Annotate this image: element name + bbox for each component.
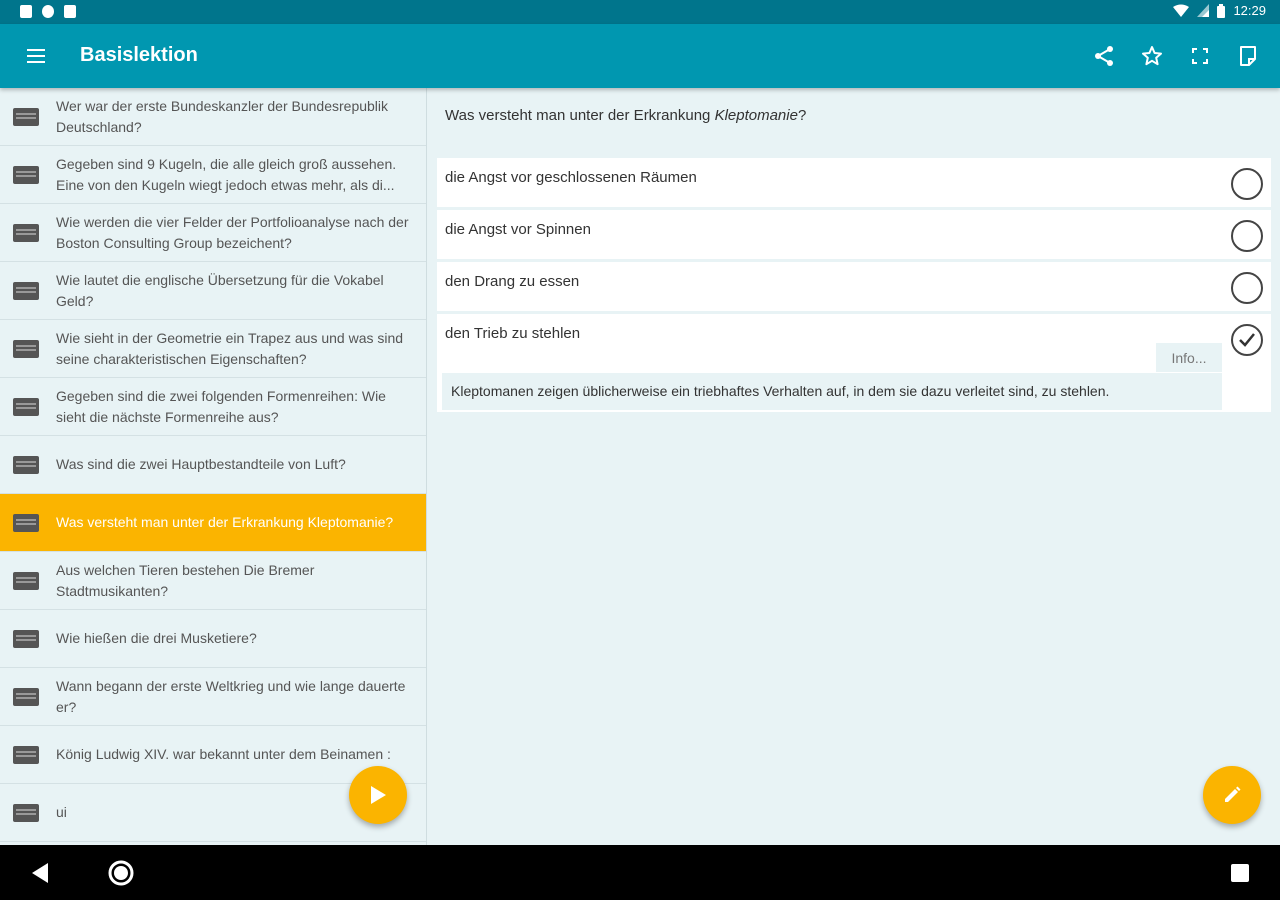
info-explanation: Kleptomanen zeigen üblicherweise ein tri…: [442, 373, 1222, 410]
radio-button-checked[interactable]: [1231, 324, 1263, 356]
card-icon: [13, 223, 39, 242]
question-list-item[interactable]: Wie werden die vier Felder der Portfolio…: [0, 204, 426, 262]
question-list-item[interactable]: Aus welchen Tieren bestehen Die Bremer S…: [0, 552, 426, 610]
question-list-item-label: König Ludwig XIV. war bekannt unter dem …: [56, 746, 391, 762]
status-bar: 12:29: [0, 0, 1280, 24]
question-list-item-label: Was versteht man unter der Erkrankung Kl…: [56, 514, 394, 530]
back-icon[interactable]: [30, 862, 50, 884]
question-list-item-label: Wie hießen die drei Musketiere?: [56, 630, 257, 646]
question-list-item-label: Wie lautet die englische Übersetzung für…: [56, 271, 384, 309]
radio-button[interactable]: [1231, 272, 1263, 304]
question-list-item[interactable]: Wer war der erste Bundeskanzler der Bund…: [0, 88, 426, 146]
notification-icons: [20, 5, 76, 18]
question-list-item[interactable]: Gegeben sind 9 Kugeln, die alle gleich g…: [0, 146, 426, 204]
radio-button[interactable]: [1231, 220, 1263, 252]
answer-option[interactable]: den Drang zu essen: [437, 262, 1271, 311]
question-list-item-label: Wer war der erste Bundeskanzler der Bund…: [56, 97, 389, 135]
question-list-item[interactable]: Gegeben sind die zwei folgenden Formenre…: [0, 378, 426, 436]
question-emphasis: Kleptomanie: [714, 107, 798, 124]
answer-label: die Angst vor Spinnen: [445, 221, 591, 238]
recent-apps-icon[interactable]: [1231, 864, 1249, 882]
fullscreen-icon[interactable]: [1188, 44, 1212, 68]
question-list-item-label: Wie sieht in der Geometrie ein Trapez au…: [56, 329, 404, 367]
question-list-item[interactable]: Wie lautet die englische Übersetzung für…: [0, 262, 426, 320]
answer-option[interactable]: die Angst vor geschlossenen Räumen: [437, 158, 1271, 207]
question-list-item[interactable]: Wie hießen die drei Musketiere?: [0, 610, 426, 668]
question-list: Wer war der erste Bundeskanzler der Bund…: [0, 88, 427, 845]
card-icon: [13, 513, 39, 532]
question-list-item[interactable]: Was versteht man unter der Erkrankung Kl…: [0, 494, 426, 552]
question-list-item-label: Wann begann der erste Weltkrieg und wie …: [56, 677, 406, 715]
question-list-item-label: Gegeben sind 9 Kugeln, die alle gleich g…: [56, 155, 397, 193]
answer-option[interactable]: den Trieb zu stehlen Info... Kleptomanen…: [437, 314, 1271, 412]
card-icon: [13, 629, 39, 648]
note-icon[interactable]: [1236, 44, 1260, 68]
notification-icon: [20, 5, 32, 18]
question-list-item[interactable]: Wie sieht in der Geometrie ein Trapez au…: [0, 320, 426, 378]
sd-card-icon: [64, 5, 76, 18]
star-icon[interactable]: [1140, 44, 1164, 68]
card-icon: [13, 687, 39, 706]
question-list-item[interactable]: Was sind die zwei Hauptbestandteile von …: [0, 436, 426, 494]
question-list-item-label: Wie werden die vier Felder der Portfolio…: [56, 213, 409, 251]
card-icon: [13, 803, 39, 822]
card-icon: [13, 107, 39, 126]
checkmark-icon: [1239, 333, 1255, 347]
status-icons: 12:29: [1173, 3, 1266, 18]
question-detail: Was versteht man unter der Erkrankung Kl…: [428, 88, 1280, 845]
app-bar: Basislektion: [0, 24, 1280, 88]
pencil-icon: [1225, 786, 1241, 802]
battery-icon: [1217, 3, 1226, 18]
answer-label: den Drang zu essen: [445, 273, 580, 290]
question-text: Was versteht man unter der Erkrankung Kl…: [445, 107, 806, 124]
home-icon[interactable]: [107, 859, 135, 887]
status-time: 12:29: [1233, 3, 1266, 18]
answer-label: den Trieb zu stehlen: [445, 325, 581, 342]
share-icon[interactable]: [1092, 44, 1116, 68]
edit-button[interactable]: [1203, 766, 1261, 824]
wifi-icon: [1173, 4, 1190, 17]
question-list-item-label: Was sind die zwei Hauptbestandteile von …: [56, 456, 346, 472]
signal-icon: [1197, 4, 1210, 17]
card-icon: [13, 281, 39, 300]
card-icon: [13, 165, 39, 184]
question-list-item[interactable]: Wann begann der erste Weltkrieg und wie …: [0, 668, 426, 726]
card-icon: [13, 339, 39, 358]
question-prefix: Was versteht man unter der Erkrankung: [445, 107, 715, 124]
play-icon: [371, 786, 386, 804]
info-button[interactable]: Info...: [1156, 343, 1222, 372]
radio-button[interactable]: [1231, 168, 1263, 200]
notification-icon: [42, 5, 54, 18]
question-list-item-label: Gegeben sind die zwei folgenden Formenre…: [56, 387, 386, 425]
card-icon: [13, 745, 39, 764]
page-title: Basislektion: [80, 44, 198, 66]
play-button[interactable]: [349, 766, 407, 824]
question-suffix: ?: [797, 107, 807, 124]
answer-option[interactable]: die Angst vor Spinnen: [437, 210, 1271, 259]
card-icon: [13, 397, 39, 416]
card-icon: [13, 571, 39, 590]
question-list-item-label: ui: [56, 804, 67, 820]
toolbar-actions: [1092, 44, 1260, 68]
card-icon: [13, 455, 39, 474]
system-navigation-bar: [0, 845, 1280, 900]
question-list-item-label: Aus welchen Tieren bestehen Die Bremer S…: [56, 561, 315, 599]
menu-icon[interactable]: [24, 44, 48, 68]
answer-label: die Angst vor geschlossenen Räumen: [445, 169, 697, 186]
